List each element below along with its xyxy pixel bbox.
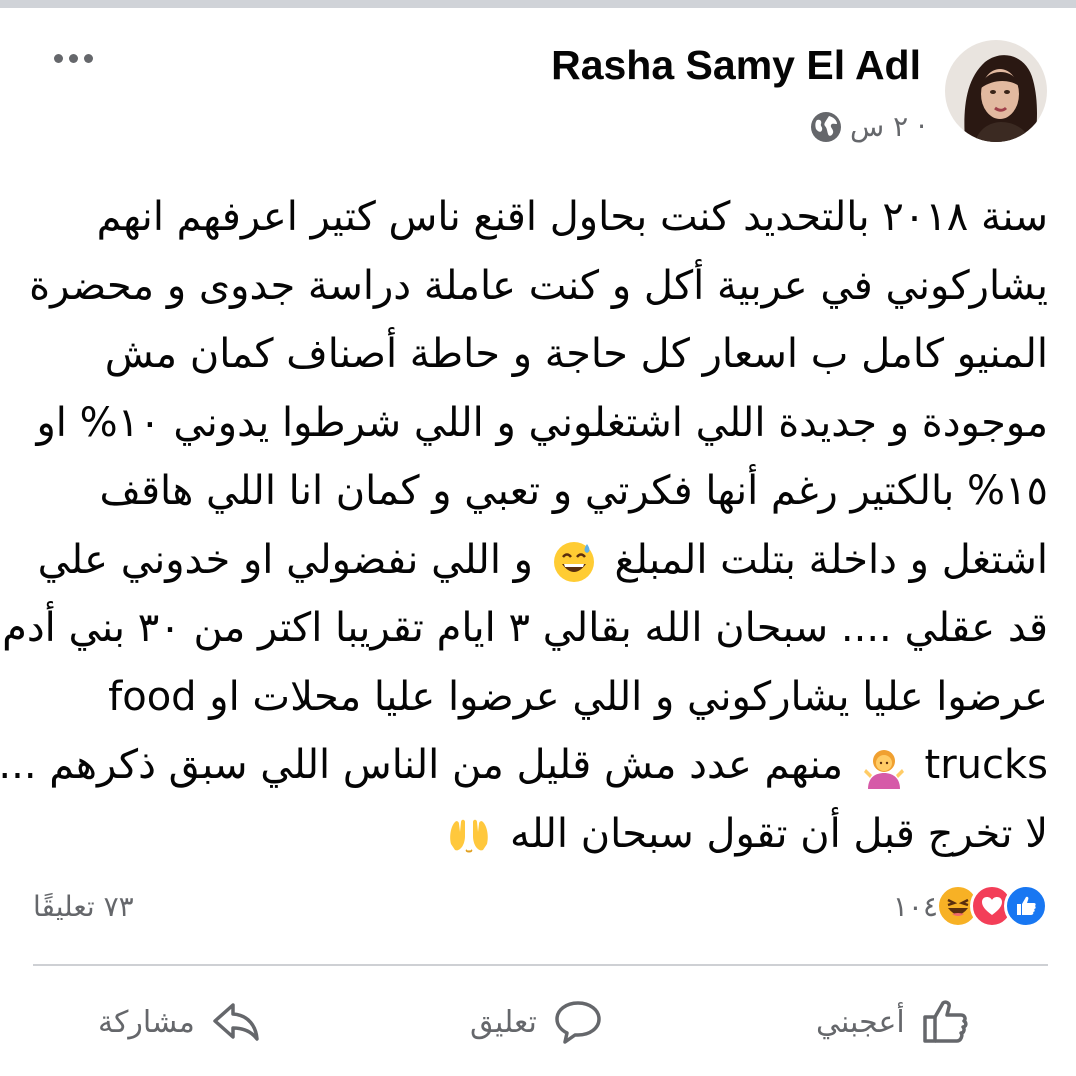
like-label: أعجبني bbox=[816, 1004, 905, 1040]
share-button[interactable]: مشاركة bbox=[98, 990, 263, 1054]
author-name[interactable]: Rasha Samy El Adl bbox=[551, 42, 921, 89]
post-line: المنيو كامل ب اسعار كل حاجة و حاطة أصناف… bbox=[104, 331, 1048, 377]
post-line: اشتغل و داخلة بتلت المبلغ و اللي نفضولي … bbox=[30, 526, 1048, 595]
comment-label: تعليق bbox=[470, 1004, 537, 1040]
share-icon bbox=[213, 1003, 259, 1041]
post-body: سنة ٢٠١٨ بالتحديد كنت بحاول اقنع ناس كتي… bbox=[0, 183, 1048, 869]
post-line-part: لا تخرج قبل أن تقول سبحان الله bbox=[510, 810, 1048, 857]
post-line: trucks منهم عدد مش قليل من الناس اللي سب… bbox=[0, 731, 1048, 800]
post-line: لا تخرج قبل أن تقول سبحان الله bbox=[30, 800, 1048, 869]
post-meta: ٢ س · bbox=[810, 110, 926, 143]
post-line: موجودة و جديدة اللي اشتغلوني و اللي شرطو… bbox=[36, 399, 1048, 446]
comment-icon bbox=[555, 1001, 601, 1044]
more-dot bbox=[53, 53, 63, 63]
post-line-part: و اللي نفضولي او خدوني علي bbox=[37, 536, 533, 583]
post-line: عرضوا عليا يشاركوني و اللي عرضوا عليا مح… bbox=[108, 673, 1048, 720]
more-options-button[interactable] bbox=[48, 44, 98, 72]
grinning-sweat-emoji-icon bbox=[553, 541, 594, 582]
thumbs-up-icon bbox=[922, 1000, 968, 1043]
divider bbox=[33, 964, 1048, 966]
more-dot bbox=[68, 53, 78, 63]
globe-icon bbox=[811, 111, 842, 142]
post-line: قد عقلي .... سبحان الله بقالي ٣ ايام تقر… bbox=[2, 605, 1048, 651]
reaction-count: ١٠٤ bbox=[892, 889, 938, 923]
post-line-part: trucks bbox=[924, 742, 1048, 788]
raised-palms-emoji-icon bbox=[450, 819, 489, 852]
post-line: سنة ٢٠١٨ بالتحديد كنت بحاول اقنع ناس كتي… bbox=[96, 194, 1048, 240]
comment-button[interactable]: تعليق bbox=[470, 990, 605, 1054]
more-dot bbox=[83, 53, 93, 63]
comment-count[interactable]: ٧٣ تعليقًا bbox=[33, 890, 134, 923]
reaction-summary[interactable]: ١٠٤ bbox=[893, 884, 1048, 928]
top-separator bbox=[0, 0, 1076, 8]
post-line: يشاركوني في عربية أكل و كنت عاملة دراسة … bbox=[29, 262, 1048, 309]
post-line-part: اشتغل و داخلة بتلت المبلغ bbox=[614, 536, 1048, 583]
post-line-part: منهم عدد مش قليل من الناس اللي سبق ذكرهم… bbox=[0, 742, 844, 788]
author-avatar[interactable] bbox=[945, 40, 1047, 142]
post-line: ١٥% بالكتير رغم أنها فكرتي و تعبي و كمان… bbox=[99, 468, 1048, 514]
like-button[interactable]: أعجبني bbox=[816, 990, 973, 1054]
post-time[interactable]: ٢ س · bbox=[850, 110, 926, 143]
like-icon bbox=[1004, 884, 1048, 928]
share-label: مشاركة bbox=[98, 1004, 195, 1040]
shrugging-woman-emoji-icon bbox=[863, 750, 904, 789]
